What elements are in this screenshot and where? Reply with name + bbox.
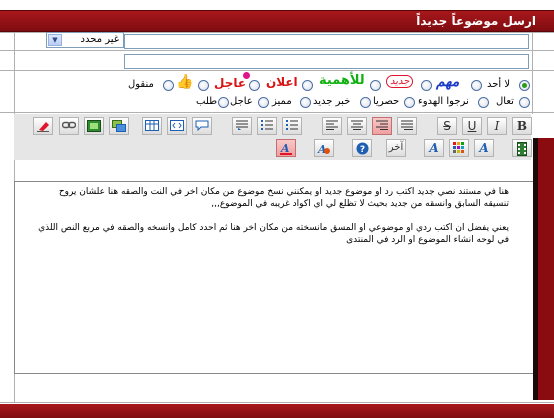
icon-label-new: جديد — [386, 75, 414, 88]
icon-label-importance: للأهمية — [319, 73, 365, 88]
link-button[interactable] — [59, 117, 79, 135]
editor-line: هنا في مستند نصي جديد اكتب رد او موضوع ج… — [58, 187, 509, 197]
media-icon — [112, 120, 126, 132]
radio-announcement[interactable] — [302, 80, 313, 91]
prefix-select-value: غير محدد — [80, 34, 119, 45]
message-editor[interactable]: هنا في مستند نصي جديد اكتب رد او موضوع ج… — [14, 181, 534, 374]
outdent-button[interactable] — [232, 117, 252, 135]
radio-new[interactable] — [421, 80, 432, 91]
table-icon — [145, 120, 159, 131]
grid-line — [0, 112, 554, 113]
last-button[interactable]: آخر — [386, 139, 406, 157]
editor-line: في لوحه انشاء الموضوع او الرد في المنتدى — [346, 235, 509, 245]
editor-line: تنسيقه السابق وانسقه من جديد بحيث لا تظل… — [211, 199, 509, 209]
icon-label-news: خبر جديد — [313, 96, 351, 107]
bullet-list-icon — [286, 120, 298, 130]
bold-button[interactable]: B — [512, 117, 532, 135]
radio-featured[interactable] — [300, 97, 311, 108]
quote-button[interactable] — [192, 117, 212, 135]
strikethrough-button[interactable]: S — [437, 117, 457, 135]
radio-urgent2[interactable] — [258, 97, 269, 108]
icon-label-transferred: منقول — [128, 79, 154, 90]
code-button[interactable] — [167, 117, 187, 135]
help-button[interactable]: ? — [352, 139, 372, 157]
font-face-icon: A — [429, 141, 439, 155]
help-icon: ? — [356, 142, 368, 155]
icon-label-none: لا أحد — [487, 79, 511, 90]
icon-label-exclusive: حصريا — [373, 96, 400, 107]
radio-important[interactable] — [471, 80, 482, 91]
editor-line: يعني يفضل ان اكتب ردي او موضوعي او المسق… — [38, 223, 509, 233]
icon-label-featured: مميز — [272, 96, 292, 107]
title-input[interactable] — [124, 34, 529, 49]
align-left-button[interactable] — [322, 117, 342, 135]
description-input[interactable] — [124, 54, 529, 69]
film-button[interactable] — [512, 139, 532, 157]
remove-format-button[interactable] — [33, 117, 53, 135]
footer-bar — [0, 404, 554, 418]
urgent-dot-icon — [243, 72, 250, 79]
side-border-accent — [538, 138, 554, 400]
icon-label-request: طلب — [196, 96, 218, 107]
grid-line — [532, 32, 533, 114]
align-justify-button[interactable] — [397, 117, 417, 135]
radio-thumbs-up[interactable] — [198, 80, 209, 91]
chevron-down-icon[interactable]: ▼ — [48, 34, 62, 46]
highlight-icon: A — [280, 142, 292, 155]
radio-exclusive[interactable] — [404, 97, 415, 108]
page-title: ارسل موضوعاً جديداً — [416, 14, 536, 28]
font-size-button[interactable]: A — [474, 139, 494, 157]
grid-line — [0, 402, 554, 403]
image-icon — [87, 120, 101, 132]
font-size-icon: A — [479, 141, 489, 155]
radio-transferred[interactable] — [163, 80, 174, 91]
radio-importance[interactable] — [370, 80, 381, 91]
table-button[interactable] — [142, 117, 162, 135]
radio-none[interactable] — [519, 80, 530, 91]
link-icon — [62, 121, 76, 129]
outdent-icon — [236, 120, 248, 130]
prefix-select[interactable]: ▼ غير محدد — [46, 32, 124, 48]
radio-request[interactable] — [218, 97, 229, 108]
code-icon — [170, 120, 184, 131]
numbered-list-button[interactable] — [257, 117, 277, 135]
underline-button[interactable]: U — [462, 117, 482, 135]
icon-label-important: مهم — [436, 74, 460, 90]
editor-blank-line — [23, 210, 509, 222]
font-face-button[interactable]: A — [424, 139, 444, 157]
icon-label-urgent2: عاجل — [230, 96, 253, 107]
radio-urgent[interactable] — [249, 80, 260, 91]
format-text-icon: A — [317, 143, 330, 155]
bullet-list-button[interactable] — [282, 117, 302, 135]
italic-button[interactable]: I — [487, 117, 507, 135]
image-button[interactable] — [84, 117, 104, 135]
text-color-button[interactable] — [449, 139, 469, 157]
align-center-icon — [351, 120, 363, 130]
icon-label-urgent: عاجل — [214, 76, 247, 90]
icon-label-announcement: اعلان — [266, 75, 298, 89]
special-format-button[interactable]: A — [314, 139, 334, 157]
numbered-list-icon — [261, 120, 273, 130]
grid-line — [0, 50, 554, 51]
radio-news[interactable] — [360, 97, 371, 108]
film-icon — [517, 142, 527, 156]
thumbs-up-icon: 👍 — [176, 74, 194, 90]
radio-quiet[interactable] — [478, 97, 489, 108]
icon-label-come: تعال — [496, 96, 514, 107]
highlight-button[interactable]: A — [276, 139, 296, 157]
radio-come[interactable] — [519, 97, 530, 108]
icon-label-quiet: نرجوا الهدوء — [418, 96, 469, 107]
align-right-button[interactable] — [372, 117, 392, 135]
align-left-icon — [326, 120, 338, 130]
align-right-icon — [376, 120, 388, 130]
color-palette-icon — [453, 142, 464, 153]
align-justify-icon — [401, 120, 413, 130]
align-center-button[interactable] — [347, 117, 367, 135]
media-button[interactable] — [109, 117, 129, 135]
speech-bubble-icon — [195, 120, 209, 131]
eraser-icon — [37, 122, 49, 132]
svg-text:?: ? — [359, 145, 364, 155]
grid-line — [0, 70, 554, 71]
